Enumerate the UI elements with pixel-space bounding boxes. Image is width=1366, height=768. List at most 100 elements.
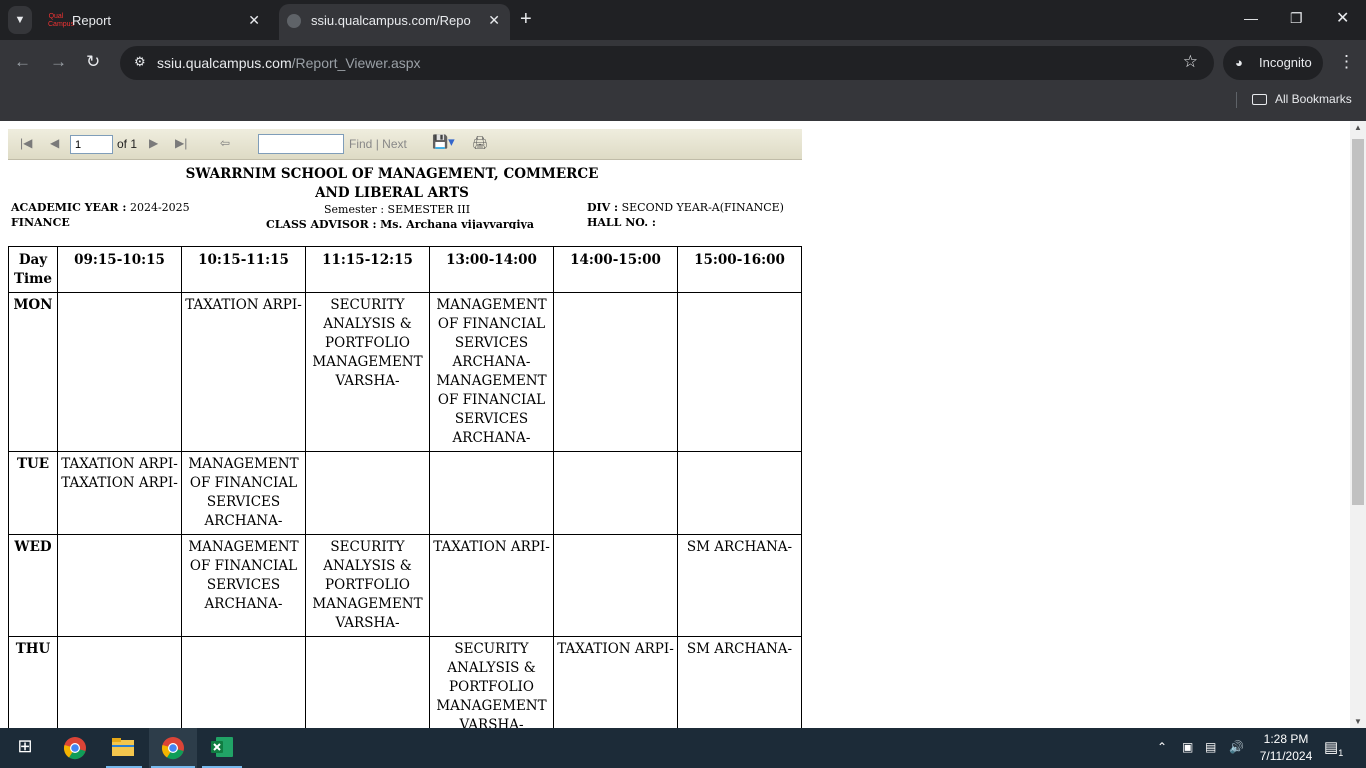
slot-cell: MANAGEMENT OF FINANCIAL SERVICES ARCHANA… bbox=[181, 534, 306, 637]
day-cell: WED bbox=[8, 534, 58, 637]
meet-now-icon[interactable]: ▣ bbox=[1182, 740, 1193, 754]
print-icon[interactable]: 🖨 bbox=[472, 135, 489, 151]
reload-icon[interactable]: ↻ bbox=[86, 52, 100, 72]
slot-cell bbox=[57, 534, 182, 637]
bookmarks-divider bbox=[1236, 92, 1237, 108]
new-tab-icon[interactable]: + bbox=[520, 8, 532, 31]
find-button[interactable]: Find bbox=[349, 137, 372, 151]
url-text: ssiu.qualcampus.com/Report_Viewer.aspx bbox=[157, 55, 421, 71]
excel-icon[interactable] bbox=[209, 736, 235, 760]
find-next-controls: Find | Next bbox=[349, 137, 407, 151]
slot-cell bbox=[677, 292, 802, 452]
close-window-icon[interactable]: ✕ bbox=[1336, 8, 1349, 28]
hall-number: HALL NO. : bbox=[587, 216, 656, 229]
report-viewer-toolbar: |◀ ◀ of 1 ▶ ▶| ⇦ Find | Next 💾▾ 🖨 bbox=[8, 129, 802, 160]
incognito-indicator[interactable]: ◕ Incognito bbox=[1223, 46, 1323, 80]
bookmark-star-icon[interactable]: ☆ bbox=[1183, 52, 1198, 72]
slot-cell: TAXATION ARPI- bbox=[181, 292, 306, 452]
slot-cell: MANAGEMENT OF FINANCIAL SERVICES ARCHANA… bbox=[429, 292, 554, 452]
slot-cell: TAXATION ARPI- bbox=[553, 636, 678, 728]
last-page-icon[interactable]: ▶| bbox=[175, 136, 187, 150]
first-page-icon[interactable]: |◀ bbox=[20, 136, 32, 150]
slot-cell: MANAGEMENT OF FINANCIAL SERVICES ARCHANA… bbox=[181, 451, 306, 535]
slot-cell: SM ARCHANA- bbox=[677, 534, 802, 637]
timetable: Day Time 09:15-10:15 10:15-11:15 11:15-1… bbox=[8, 246, 802, 728]
page-count: of 1 bbox=[117, 137, 138, 151]
table-row: WED MANAGEMENT OF FINANCIAL SERVICES ARC… bbox=[8, 534, 802, 637]
notification-center-icon[interactable]: ▤1 bbox=[1324, 738, 1343, 758]
scrollbar-thumb[interactable] bbox=[1352, 139, 1364, 505]
export-icon[interactable]: 💾▾ bbox=[432, 134, 455, 150]
file-explorer-icon[interactable] bbox=[110, 736, 136, 760]
next-page-icon[interactable]: ▶ bbox=[149, 136, 158, 150]
volume-icon[interactable]: 🔊 bbox=[1229, 740, 1244, 754]
class-advisor: CLASS ADVISOR : Ms. Archana vijayvargiya bbox=[266, 218, 535, 229]
semester: Semester : SEMESTER III bbox=[324, 203, 471, 216]
network-icon[interactable]: ▤ bbox=[1205, 740, 1216, 754]
page-scrollbar[interactable]: ▲ ▼ bbox=[1350, 121, 1366, 728]
windows-start-icon[interactable]: ⊞ bbox=[14, 736, 36, 760]
bookmarks-bar bbox=[0, 85, 1366, 121]
windows-taskbar: ⊞ ⌃ ▣ ▤ 🔊 1:28 PM 7/11/2024 ▤1 bbox=[0, 728, 1366, 768]
back-icon[interactable]: ← bbox=[14, 52, 31, 72]
chrome-incognito-icon[interactable] bbox=[160, 736, 186, 760]
tab-title: Report bbox=[72, 13, 112, 28]
incognito-icon: ◕ bbox=[1235, 55, 1243, 70]
restore-icon[interactable]: ❐ bbox=[1290, 10, 1303, 27]
slot-cell bbox=[305, 451, 430, 535]
qualcampus-favicon-icon: Qual Campus bbox=[48, 13, 75, 28]
slot-cell bbox=[553, 451, 678, 535]
day-cell: MON bbox=[8, 292, 58, 452]
scroll-down-icon[interactable]: ▼ bbox=[1354, 717, 1362, 726]
system-clock[interactable]: 1:28 PM 7/11/2024 bbox=[1253, 731, 1319, 765]
close-tab-icon[interactable]: ✕ bbox=[488, 12, 500, 29]
minimize-icon[interactable]: — bbox=[1244, 10, 1258, 26]
header-time: 11:15-12:15 bbox=[305, 246, 430, 293]
previous-page-icon[interactable]: ◀ bbox=[50, 136, 59, 150]
site-info-icon[interactable]: ⚙ bbox=[134, 54, 146, 70]
chrome-icon[interactable] bbox=[62, 736, 88, 760]
division: DIV : SECOND YEAR-A(FINANCE) bbox=[587, 201, 784, 214]
next-button[interactable]: Next bbox=[382, 137, 407, 151]
slot-cell bbox=[677, 451, 802, 535]
day-cell: TUE bbox=[8, 451, 58, 535]
tab-search-button[interactable]: ▼ bbox=[8, 6, 32, 34]
slot-cell bbox=[57, 292, 182, 452]
header-time: 09:15-10:15 bbox=[57, 246, 182, 293]
close-tab-icon[interactable]: ✕ bbox=[248, 12, 260, 29]
slot-cell bbox=[305, 636, 430, 728]
slot-cell: TAXATION ARPI- bbox=[429, 534, 554, 637]
folder-icon bbox=[1252, 94, 1267, 105]
find-input[interactable] bbox=[258, 134, 344, 154]
scroll-up-icon[interactable]: ▲ bbox=[1354, 123, 1362, 132]
table-row: TUE TAXATION ARPI- TAXATION ARPI- MANAGE… bbox=[8, 451, 802, 535]
forward-icon[interactable]: → bbox=[50, 52, 67, 72]
header-time: 10:15-11:15 bbox=[181, 246, 306, 293]
header-time: 15:00-16:00 bbox=[677, 246, 802, 293]
tab-report-viewer[interactable]: ssiu.qualcampus.com/Report_Vi ✕ bbox=[279, 4, 510, 40]
page-content: |◀ ◀ of 1 ▶ ▶| ⇦ Find | Next 💾▾ 🖨 SWARRN… bbox=[0, 121, 1350, 728]
school-name: SWARRNIM SCHOOL OF MANAGEMENT, COMMERCE … bbox=[185, 166, 599, 201]
address-bar[interactable]: ⚙ ssiu.qualcampus.com/Report_Viewer.aspx… bbox=[120, 46, 1214, 80]
globe-icon bbox=[287, 14, 301, 28]
slot-cell: TAXATION ARPI- TAXATION ARPI- bbox=[57, 451, 182, 535]
slot-cell: SECURITY ANALYSIS & PORTFOLIO MANAGEMENT… bbox=[305, 534, 430, 637]
slot-cell bbox=[429, 451, 554, 535]
slot-cell bbox=[553, 534, 678, 637]
slot-cell: SECURITY ANALYSIS & PORTFOLIO MANAGEMENT… bbox=[305, 292, 430, 452]
show-hidden-icons-icon[interactable]: ⌃ bbox=[1157, 740, 1167, 754]
table-header-row: Day Time 09:15-10:15 10:15-11:15 11:15-1… bbox=[8, 246, 802, 293]
tab-report[interactable]: Qual Campus Report ✕ bbox=[40, 4, 270, 40]
back-to-parent-icon[interactable]: ⇦ bbox=[220, 136, 230, 150]
slot-cell: SM ARCHANA- bbox=[677, 636, 802, 728]
academic-year: ACADEMIC YEAR : 2024-2025 bbox=[11, 201, 190, 214]
slot-cell bbox=[181, 636, 306, 728]
more-menu-icon[interactable]: ⋮ bbox=[1338, 52, 1355, 72]
header-day-time: Day Time bbox=[8, 246, 58, 293]
table-row: THU SECURITY ANALYSIS & PORTFOLIO MANAGE… bbox=[8, 636, 802, 728]
all-bookmarks-button[interactable]: All Bookmarks bbox=[1252, 92, 1352, 106]
page-number-input[interactable] bbox=[70, 135, 113, 154]
tab-title: ssiu.qualcampus.com/Report_Vi bbox=[311, 13, 471, 28]
header-time: 13:00-14:00 bbox=[429, 246, 554, 293]
day-cell: THU bbox=[8, 636, 58, 728]
